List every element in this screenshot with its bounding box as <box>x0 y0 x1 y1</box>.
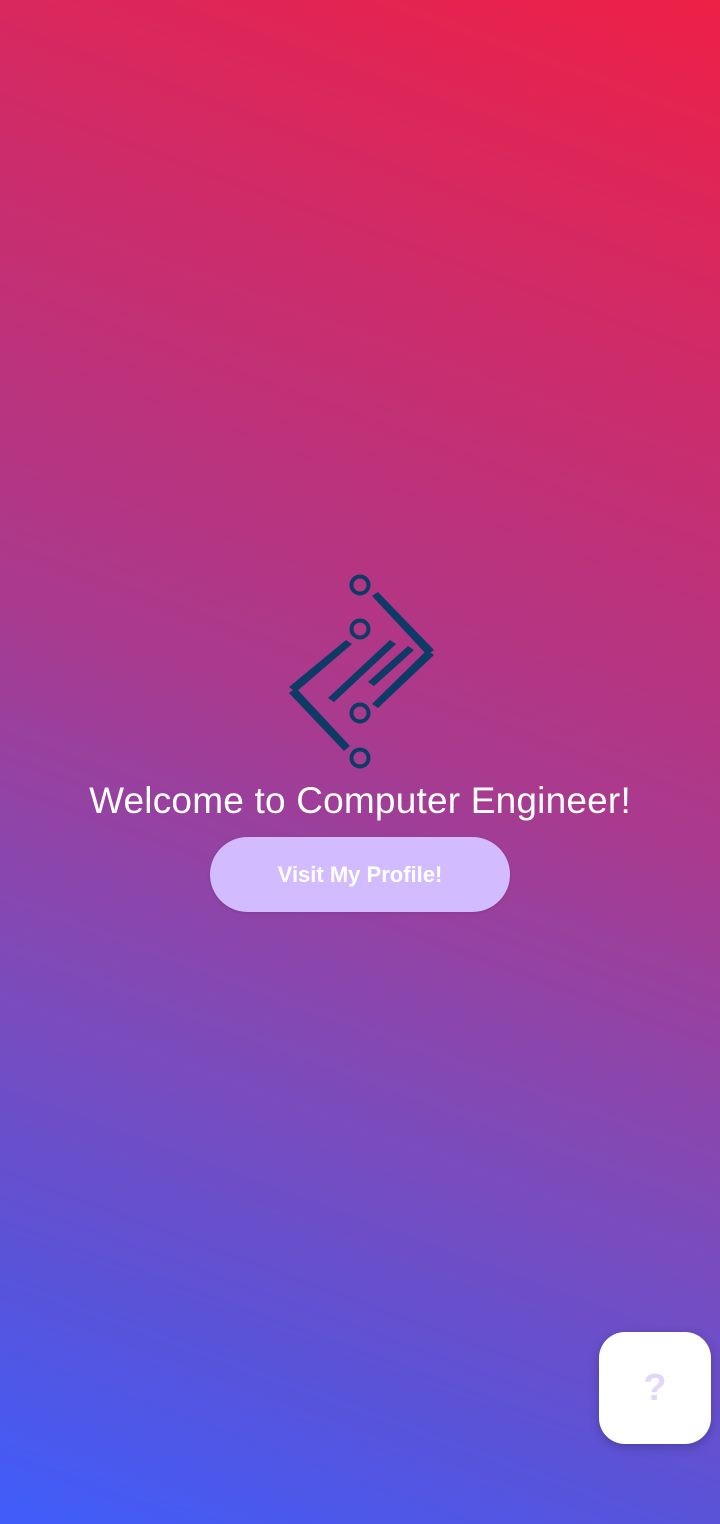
circuit-diamond-logo-icon <box>289 574 434 769</box>
welcome-screen: Welcome to Computer Engineer! Visit My P… <box>0 0 720 1524</box>
welcome-title: Welcome to Computer Engineer! <box>89 780 631 821</box>
help-button[interactable]: ? <box>599 1332 711 1444</box>
visit-profile-button[interactable]: Visit My Profile! <box>210 837 510 912</box>
help-question-icon: ? <box>643 1367 667 1409</box>
